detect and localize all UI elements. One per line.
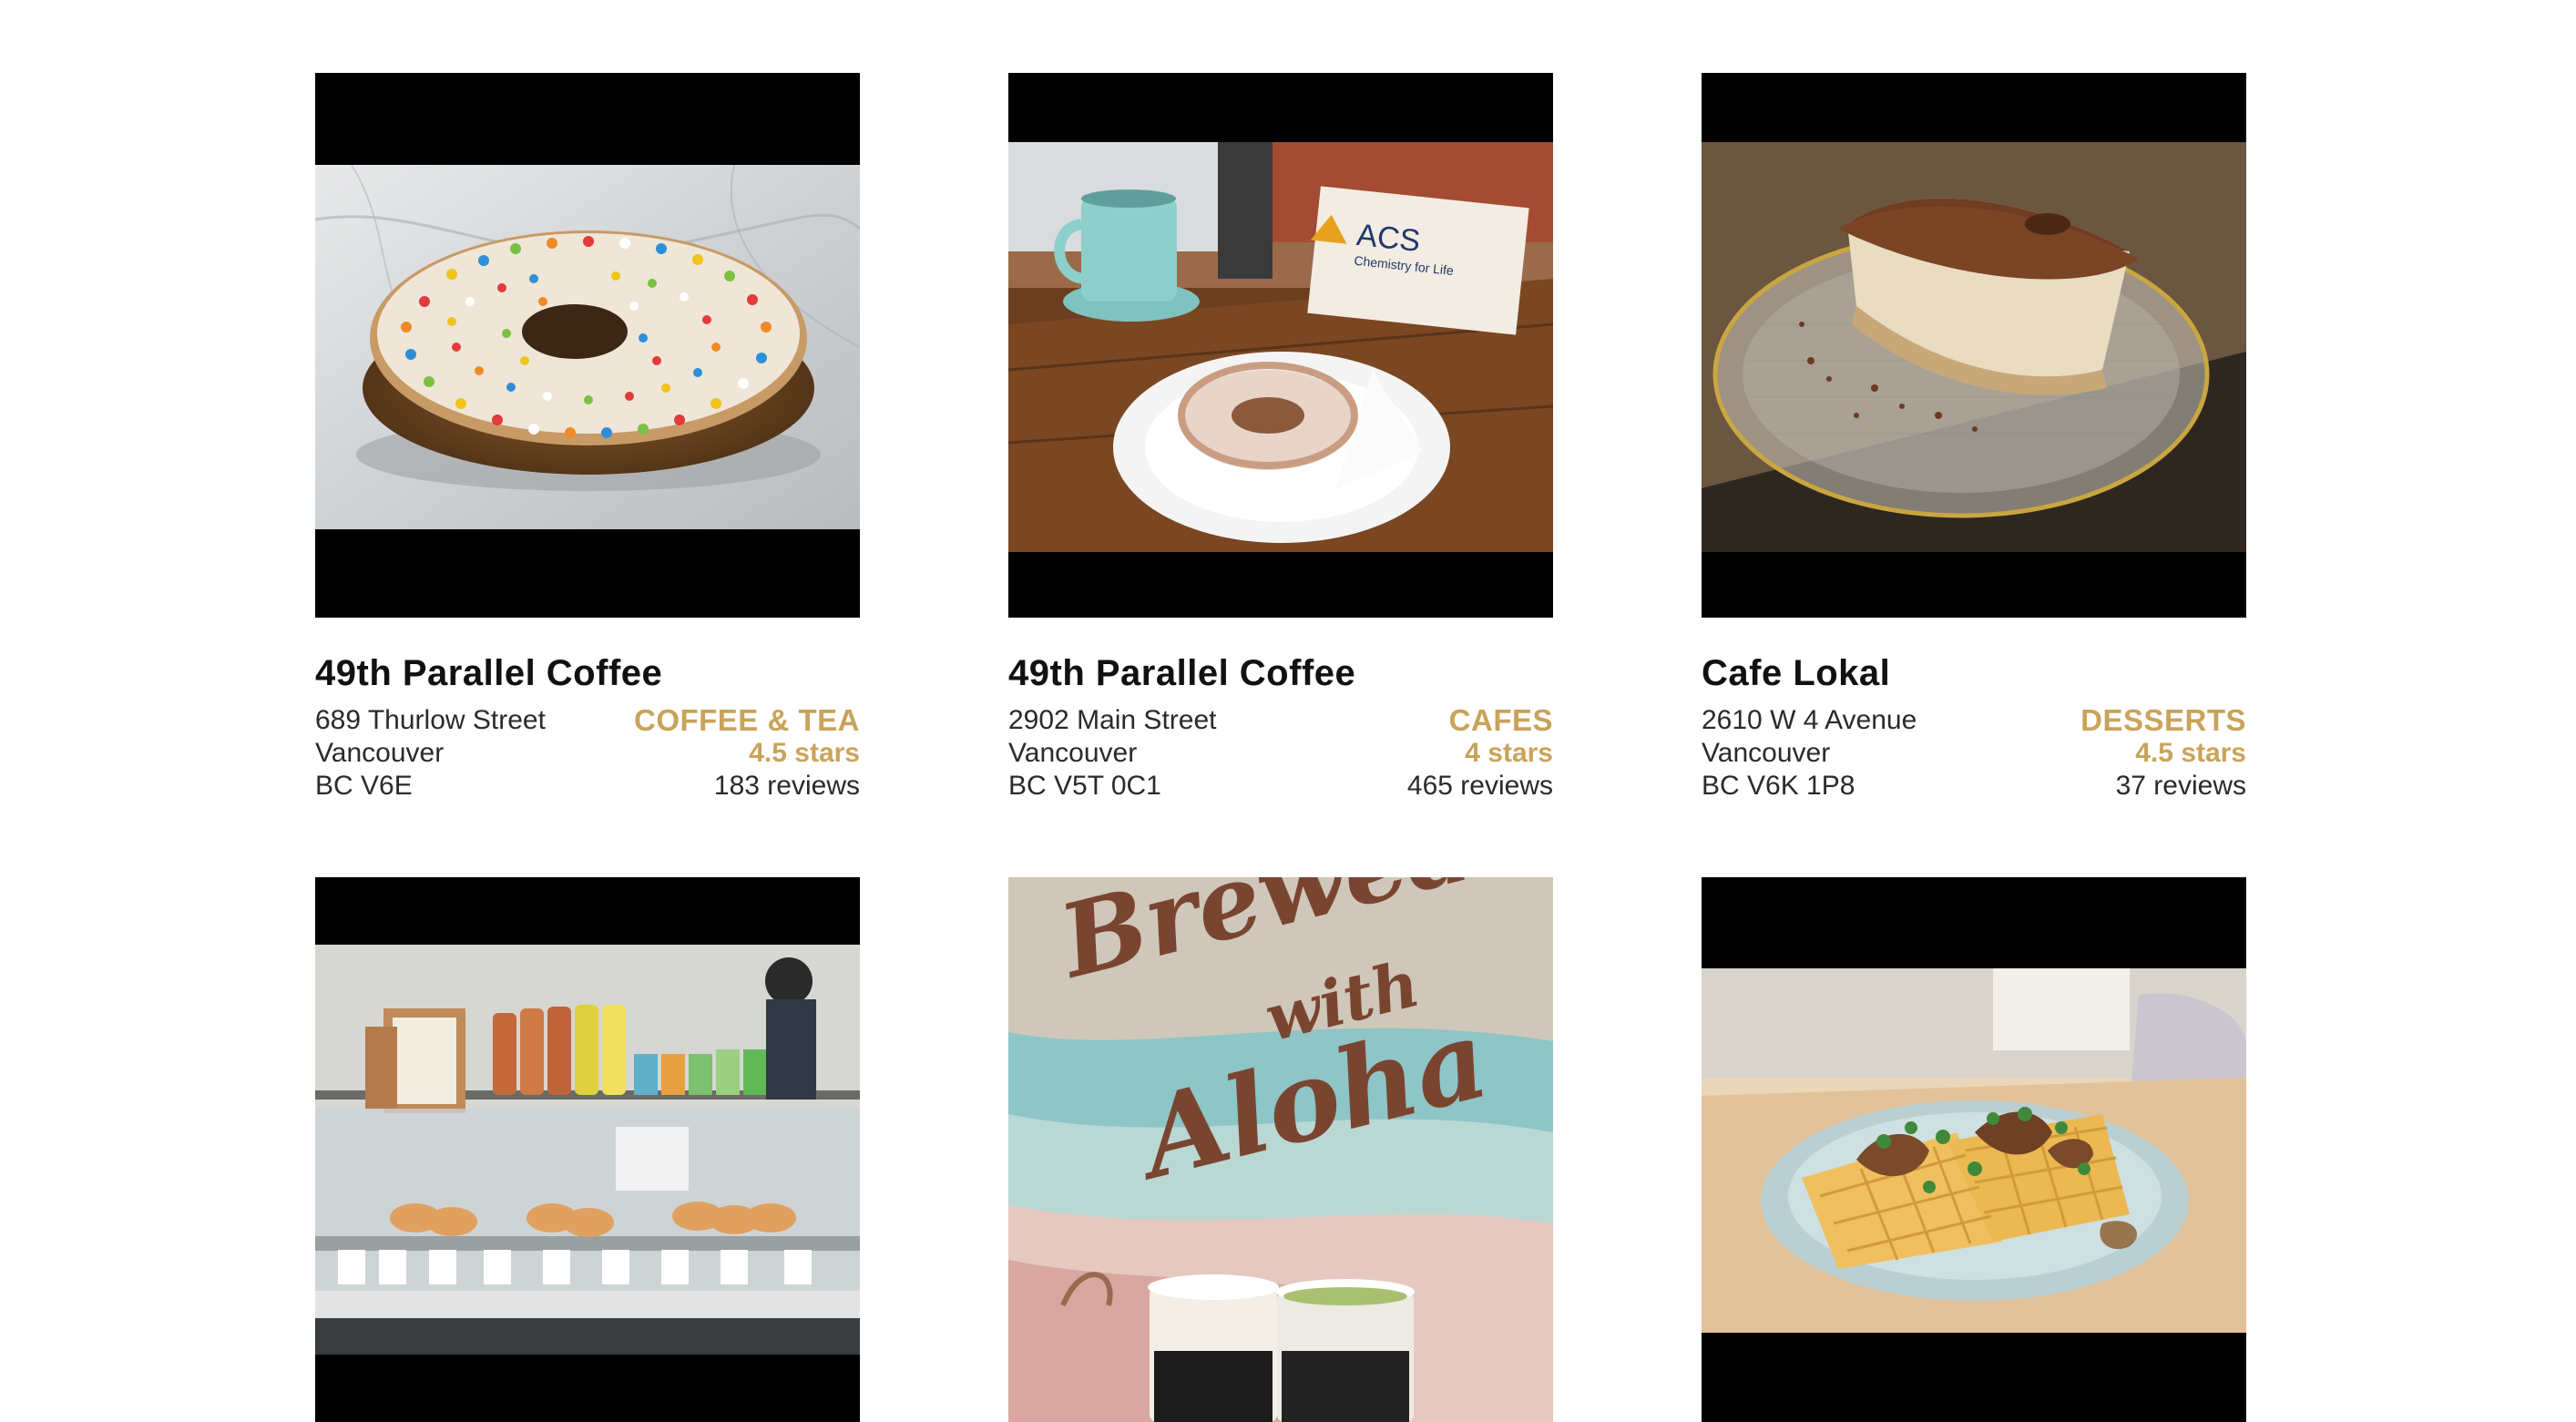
listing-card[interactable]: Brewed with Aloha (1008, 877, 1553, 1422)
address-street: 689 Thurlow Street (315, 705, 546, 735)
review-count: 183 reviews (713, 771, 860, 801)
listing-meta: COFFEE & TEA 4.5 stars 183 reviews (634, 704, 860, 803)
glazed-donut-and-mug-photo[interactable]: ACS Chemistry for Life (1008, 73, 1553, 618)
listing-meta: CAFES 4 stars 465 reviews (1407, 704, 1553, 803)
sprinkle-donut-photo[interactable] (315, 73, 860, 618)
rating-text: 4 stars (1465, 738, 1553, 768)
listing-name[interactable]: 49th Parallel Coffee (315, 651, 860, 695)
listing-card[interactable]: ACS Chemistry for Life 49th Parallel Cof… (1008, 73, 1553, 803)
listing-address: 689 Thurlow Street Vancouver BC V6E (315, 704, 546, 803)
address-street: 2902 Main Street (1008, 705, 1217, 735)
svg-text:ACS: ACS (1355, 218, 1423, 259)
address-postal: BC V6K 1P8 (1702, 771, 1855, 801)
address-street: 2610 W 4 Avenue (1702, 705, 1917, 735)
listing-address: 2902 Main Street Vancouver BC V5T 0C1 (1008, 704, 1216, 803)
address-city: Vancouver (1008, 738, 1138, 768)
listing-info: 2610 W 4 Avenue Vancouver BC V6K 1P8 DES… (1702, 704, 2246, 803)
address-city: Vancouver (1702, 738, 1831, 768)
rating-text: 4.5 stars (2135, 738, 2246, 768)
review-count: 465 reviews (1406, 771, 1553, 801)
aloha-mural-drinks-photo[interactable]: Brewed with Aloha (1008, 877, 1553, 1422)
listing-grid: 49th Parallel Coffee 689 Thurlow Street … (315, 73, 2246, 1422)
listing-info: 689 Thurlow Street Vancouver BC V6E COFF… (315, 704, 860, 803)
listing-meta: DESSERTS 4.5 stars 37 reviews (2080, 704, 2246, 803)
tiramisu-photo[interactable] (1702, 73, 2246, 618)
category-link[interactable]: COFFEE & TEA (634, 704, 860, 737)
category-link[interactable]: DESSERTS (2080, 704, 2246, 737)
address-postal: BC V6E (315, 771, 413, 801)
listing-card[interactable] (1702, 877, 2246, 1422)
rating-text: 4.5 stars (749, 738, 860, 768)
listing-card[interactable] (315, 877, 860, 1422)
listing-name[interactable]: Cafe Lokal (1702, 651, 2246, 695)
listing-card[interactable]: Cafe Lokal 2610 W 4 Avenue Vancouver BC … (1702, 73, 2246, 803)
listing-info: 2902 Main Street Vancouver BC V5T 0C1 CA… (1008, 704, 1553, 803)
listing-address: 2610 W 4 Avenue Vancouver BC V6K 1P8 (1702, 704, 1917, 803)
category-link[interactable]: CAFES (1407, 704, 1553, 737)
waffle-plate-photo[interactable] (1702, 877, 2246, 1422)
address-postal: BC V5T 0C1 (1008, 771, 1161, 801)
address-city: Vancouver (315, 738, 445, 768)
review-count: 37 reviews (2115, 771, 2246, 801)
pastry-counter-photo[interactable] (315, 877, 860, 1422)
listing-card[interactable]: 49th Parallel Coffee 689 Thurlow Street … (315, 73, 860, 803)
listing-name[interactable]: 49th Parallel Coffee (1008, 651, 1553, 695)
